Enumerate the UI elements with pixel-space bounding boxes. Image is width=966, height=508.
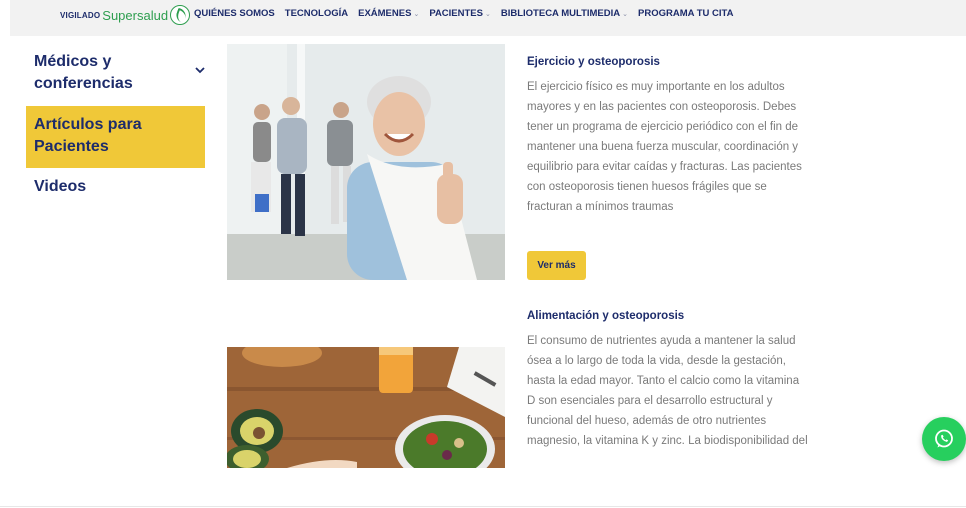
ver-mas-button[interactable]: Ver más bbox=[527, 251, 586, 280]
logo-prefix: VIGILADO bbox=[60, 10, 101, 20]
nav-label: EXÁMENES bbox=[358, 8, 412, 19]
nav-label: PACIENTES bbox=[429, 8, 483, 19]
sidebar-item-label: Videos bbox=[34, 178, 87, 195]
nav-item-examenes[interactable]: EXÁMENES ⌄ bbox=[358, 8, 419, 19]
nav-label: QUIÉNES SOMOS bbox=[194, 8, 275, 19]
leaf-icon bbox=[170, 5, 191, 25]
whatsapp-icon bbox=[935, 429, 953, 448]
food-photo bbox=[227, 347, 505, 468]
main-nav: QUIÉNES SOMOS TECNOLOGÍA EXÁMENES ⌄ PACIE… bbox=[194, 8, 734, 19]
chevron-down-icon[interactable] bbox=[195, 65, 205, 75]
food-illustration bbox=[227, 347, 505, 468]
sidebar-item-medicos[interactable]: Médicos y conferencias bbox=[26, 51, 205, 99]
article-alimentacion: Alimentación y osteoporosis El consumo d… bbox=[527, 310, 809, 458]
article-excerpt: El consumo de nutrientes ayuda a mantene… bbox=[527, 335, 808, 447]
whatsapp-button[interactable] bbox=[922, 417, 966, 461]
logo-brand: Supersalud bbox=[102, 7, 169, 23]
sidebar-item-videos[interactable]: Videos bbox=[26, 176, 205, 200]
exercise-illustration bbox=[227, 44, 505, 280]
sidebar-item-articulos[interactable]: Artículos para Pacientes bbox=[26, 106, 205, 168]
sidebar-item-label: Médicos y conferencias bbox=[34, 53, 133, 92]
nav-item-programa-cita[interactable]: PROGRAMA TU CITA bbox=[638, 8, 734, 19]
nav-label: PROGRAMA TU CITA bbox=[638, 8, 734, 19]
nav-item-pacientes[interactable]: PACIENTES ⌄ bbox=[429, 8, 491, 19]
supersalud-logo[interactable]: VIGILADO Supersalud bbox=[60, 4, 191, 26]
article-title[interactable]: Alimentación y osteoporosis bbox=[527, 310, 809, 322]
article-excerpt: El ejercicio físico es muy importante en… bbox=[527, 81, 802, 213]
nav-item-biblioteca[interactable]: BIBLIOTECA MULTIMEDIA ⌄ bbox=[501, 8, 628, 19]
article-title[interactable]: Ejercicio y osteoporosis bbox=[527, 56, 809, 68]
article-ejercicio: Ejercicio y osteoporosis El ejercicio fí… bbox=[527, 56, 809, 237]
chevron-down-icon: ⌄ bbox=[413, 10, 420, 18]
sidebar-item-label: Artículos para Pacientes bbox=[34, 116, 142, 155]
footer-divider bbox=[0, 506, 966, 507]
chevron-down-icon: ⌄ bbox=[622, 10, 628, 18]
top-navbar: VIGILADO Supersalud QUIÉNES SOMOS TECNOL… bbox=[10, 0, 966, 36]
nav-item-tecnologia[interactable]: TECNOLOGÍA bbox=[285, 8, 348, 19]
nav-item-quienes-somos[interactable]: QUIÉNES SOMOS bbox=[194, 8, 275, 19]
chevron-down-icon: ⌄ bbox=[484, 10, 491, 18]
nav-label: TECNOLOGÍA bbox=[284, 8, 349, 19]
exercise-photo bbox=[227, 44, 505, 280]
nav-label: BIBLIOTECA MULTIMEDIA bbox=[500, 8, 621, 19]
